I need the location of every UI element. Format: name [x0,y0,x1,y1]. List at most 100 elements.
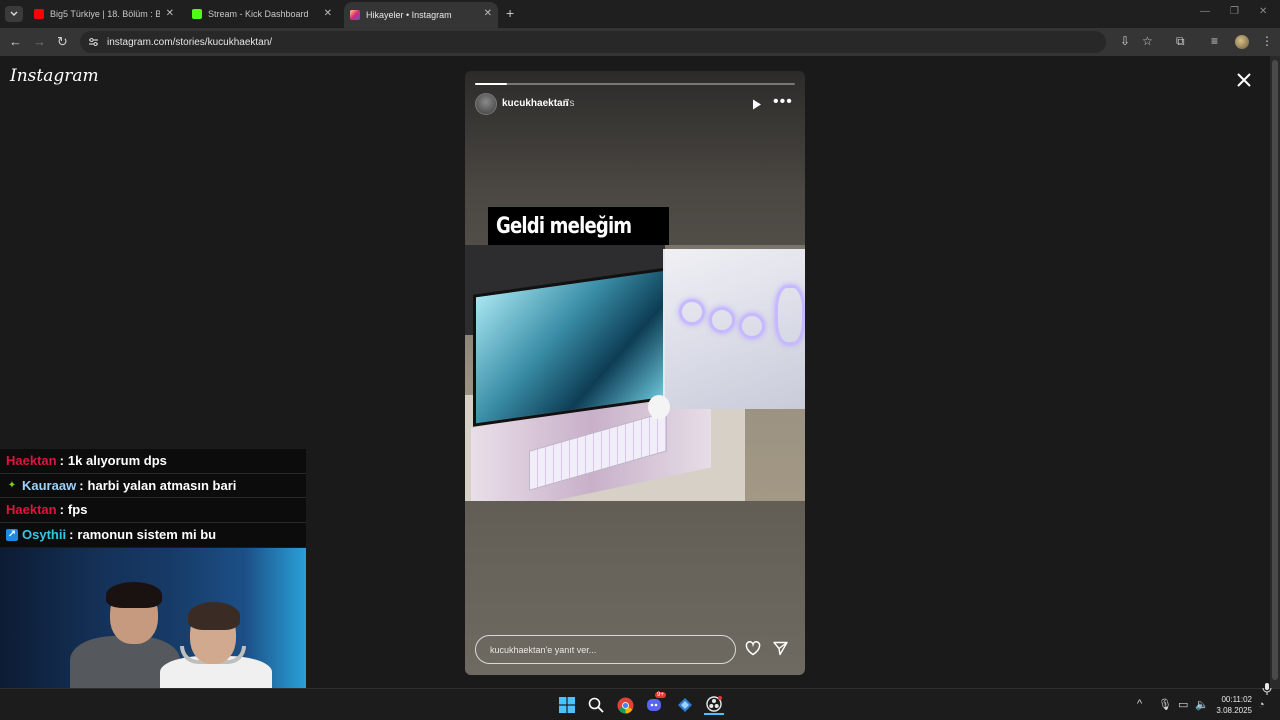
extensions-icon[interactable]: ⧉ [1176,34,1185,49]
instagram-icon [350,10,360,20]
arrow-badge-icon: ↗ [6,528,18,541]
heart-icon [745,641,761,656]
chat-username: Haektan [6,453,57,469]
webcam-feed [0,548,306,688]
tab-strip: Big5 Türkiye | 18. Bölüm : BÜYÜ ✕ Stream… [0,0,1280,28]
tab-youtube[interactable]: Big5 Türkiye | 18. Bölüm : BÜYÜ ✕ [28,2,180,26]
taskbar-discord[interactable]: 9+ [645,692,666,715]
chat-username: Kauraaw [22,477,77,493]
install-app-icon[interactable]: ⇩ [1120,34,1130,48]
tab-search-button[interactable] [5,6,23,22]
fan [739,313,765,339]
chat-text: fps [67,502,88,518]
minimize-icon[interactable]: — [1200,6,1210,17]
tab-title: Big5 Türkiye | 18. Bölüm : BÜYÜ [50,9,160,19]
mouse [648,395,670,419]
address-bar[interactable]: instagram.com/stories/kucukhaektan/ [80,31,1106,53]
chat-text: 1k alıyorum dps [67,453,167,469]
screen: Big5 Türkiye | 18. Bölüm : BÜYÜ ✕ Stream… [0,0,1280,720]
chat-message: ↗ Osythii: ramonun sistem mi bu [0,523,306,548]
back-icon[interactable]: ← [9,34,22,49]
close-tab-icon[interactable]: ✕ [484,8,492,19]
story-photo [465,245,805,501]
story-progress-bar [475,83,795,85]
close-story-button[interactable] [1236,70,1252,92]
kick-icon [192,9,202,19]
tab-title: Stream - Kick Dashboard [208,9,309,19]
like-button[interactable] [745,641,761,661]
close-tab-icon[interactable]: ✕ [166,8,174,19]
stream-chat-overlay: Haektan:1k alıyorum dps ✦ Kauraaw: harbi y… [0,449,306,547]
search-button[interactable] [586,695,606,715]
clock-time: 00:11:02 [1221,695,1252,704]
new-tab-button[interactable]: + [506,5,514,21]
sparkle-badge-icon: ✦ [7,479,17,491]
play-button[interactable] [752,97,762,115]
close-tab-icon[interactable]: ✕ [324,8,332,19]
discord-badge: 9+ [655,692,666,698]
taskbar-chrome[interactable] [615,695,635,715]
windows-icon [559,697,575,713]
restore-icon[interactable]: ❐ [1230,6,1239,17]
chat-separator: : [79,477,84,493]
url-text: instagram.com/stories/kucukhaektan/ [107,36,273,48]
taskbar-app[interactable] [675,695,695,715]
page-scrollbar[interactable] [1270,56,1280,688]
chat-username: Osythii [22,527,67,543]
media-control-icon[interactable]: ≡ [1211,34,1218,48]
chrome-icon [617,697,633,713]
windows-taskbar: 9+ ^ 🎙 ▭ 🔈 00:11:02 3.08.2025 ◔ [0,688,1280,720]
start-button[interactable] [557,695,577,715]
share-button[interactable] [773,641,788,661]
menu-dots-icon[interactable]: ⋮ [1261,34,1273,48]
clock-date: 3.08.2025 [1216,706,1252,715]
chat-message: Haektan: fps [0,498,306,523]
network-app-icon [678,698,692,712]
tab-title: Hikayeler • Instagram [366,10,452,20]
person-hair [106,582,162,608]
site-info-icon[interactable] [88,37,99,47]
mic-in-use-icon [1262,682,1274,696]
taskbar-obs[interactable] [704,695,724,715]
chat-message: ✦ Kauraaw: harbi yalan atmasın bari [0,474,306,498]
tab-kick[interactable]: Stream - Kick Dashboard ✕ [186,2,338,26]
browser-toolbar: ← → ↻ instagram.com/stories/kucukhaektan… [0,28,1280,56]
story-viewer[interactable]: kucukhaektan 7s ••• Geldi meleğim kucukh… [465,71,805,675]
chat-separator: : [69,527,74,543]
discord-icon [647,699,661,711]
microphone-icon[interactable]: 🎙 [1158,698,1172,711]
more-options-icon[interactable]: ••• [773,93,793,111]
close-window-icon[interactable]: ✕ [1259,6,1267,17]
play-icon [753,99,761,110]
monitor [473,267,668,427]
youtube-icon [34,9,44,19]
fan [775,285,805,345]
chat-username: Haektan [6,502,57,518]
obs-icon [706,696,722,712]
story-user-avatar[interactable] [475,93,497,115]
instagram-logo[interactable]: Instagram [10,66,99,86]
forward-icon[interactable]: → [33,34,46,49]
bookmark-star-icon[interactable]: ☆ [1142,34,1153,48]
caption-text: Geldi meleğim [496,213,632,239]
chat-message: Haektan:1k alıyorum dps [0,449,306,474]
chat-separator: : [59,453,64,469]
volume-icon[interactable]: 🔈 [1195,698,1209,711]
reply-input[interactable]: kucukhaektan'e yanıt ver... [475,635,736,664]
tray-overflow-icon[interactable]: ^ [1137,698,1142,710]
search-icon [588,697,604,713]
tab-instagram[interactable]: Hikayeler • Instagram ✕ [344,2,498,28]
chat-text: ramonun sistem mi bu [77,527,217,543]
fan [709,307,735,333]
profile-avatar[interactable] [1235,35,1249,49]
chat-text: harbi yalan atmasın bari [87,477,237,493]
reload-icon[interactable]: ↻ [57,34,68,50]
story-username[interactable]: kucukhaektan [502,98,569,109]
network-icon[interactable]: ▭ [1178,698,1188,711]
fan [679,299,705,325]
notifications-icon[interactable]: ◔ [1258,699,1265,711]
system-clock[interactable]: 00:11:02 3.08.2025 [1212,694,1252,716]
chevron-down-icon [10,11,18,16]
scrollbar-thumb[interactable] [1272,60,1278,680]
send-icon [773,641,788,656]
